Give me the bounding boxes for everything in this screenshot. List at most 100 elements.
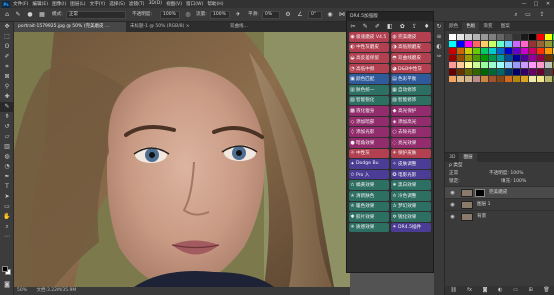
add-mask-icon[interactable]: ◙	[483, 286, 488, 295]
layer-filter[interactable]: ρ 类型	[445, 162, 554, 170]
color-swatch[interactable]	[521, 55, 528, 61]
eraser-tool-icon[interactable]: ▱	[0, 132, 14, 142]
color-swatch[interactable]	[497, 62, 504, 68]
color-swatch[interactable]	[481, 34, 488, 40]
pressure-size-icon[interactable]: ◉	[326, 11, 334, 19]
brush-settings-icon[interactable]: ▦	[38, 11, 46, 19]
mode-select[interactable]: 正常	[66, 11, 126, 19]
color-swatch[interactable]	[545, 55, 552, 61]
color-swatch[interactable]	[537, 41, 544, 47]
plugin-toolbar-icon-3[interactable]: ◧	[387, 23, 393, 30]
plugin-button-15[interactable]: ◆ 高光保护	[391, 106, 431, 116]
layer-opacity[interactable]: 不透明度: 100%	[489, 170, 524, 178]
move-tool-icon[interactable]: ✥	[0, 22, 14, 32]
color-swatch[interactable]	[473, 62, 480, 68]
menu-item-5[interactable]: 选择(S)	[109, 1, 125, 7]
plugin-button-28[interactable]: ✫ 橘黄效果	[349, 180, 389, 190]
clone-stamp-tool-icon[interactable]: ⚱	[0, 112, 14, 122]
color-swatch[interactable]	[545, 41, 552, 47]
menu-item-8[interactable]: 视图(V)	[166, 1, 182, 7]
plugin-button-3[interactable]: ◑ 高低频磨皮	[391, 42, 431, 53]
plugin-toolbar-icon-6[interactable]: ♦	[424, 23, 429, 30]
blur-tool-icon[interactable]: ◍	[0, 152, 14, 162]
tab-3d[interactable]: 3D	[445, 153, 459, 162]
menu-item-6[interactable]: 滤镜(T)	[129, 1, 145, 7]
share-icon[interactable]: ⇪	[538, 11, 546, 19]
plugin-button-21[interactable]: ◌ 亮光效果	[391, 137, 431, 148]
angle-icon[interactable]: ∠	[296, 11, 304, 19]
color-swatch[interactable]	[545, 69, 552, 75]
tab-swatches[interactable]: 色板	[462, 22, 480, 31]
frame-tool-icon[interactable]: ⊠	[0, 72, 14, 82]
color-swatch[interactable]	[473, 69, 480, 75]
adjustment-layer-icon[interactable]: ◐	[498, 286, 502, 295]
color-swatch[interactable]	[529, 69, 536, 75]
color-swatch[interactable]	[489, 62, 496, 68]
search-icon[interactable]: ⌕	[512, 11, 520, 19]
brush-tool-icon[interactable]: ✎	[14, 11, 22, 19]
plugin-button-7[interactable]: ◕ D&B中性灰	[391, 63, 431, 74]
tab-color[interactable]: 颜色	[445, 22, 462, 31]
dodge-tool-icon[interactable]: ◔	[0, 162, 14, 172]
color-swatch[interactable]	[449, 34, 456, 40]
more-tools-icon[interactable]: ⋯	[0, 232, 14, 242]
layer-mask-thumbnail[interactable]	[475, 189, 485, 197]
menu-item-7[interactable]: 3D(D)	[148, 1, 162, 7]
color-swatch[interactable]	[513, 48, 520, 54]
color-swatch[interactable]	[481, 76, 488, 82]
color-swatch[interactable]	[505, 62, 512, 68]
plugin-button-9[interactable]: ▤ 色彩平衡	[391, 74, 431, 84]
color-swatch[interactable]	[473, 55, 480, 61]
angle-field[interactable]: 0°	[308, 11, 322, 19]
color-swatch[interactable]	[449, 62, 456, 68]
plugin-button-0[interactable]: ◉ 极速磨皮 V4.5	[349, 32, 389, 42]
crop-tool-icon[interactable]: ⌗	[0, 62, 14, 72]
color-swatch[interactable]	[505, 69, 512, 75]
plugin-button-34[interactable]: ✱ 胶片效果	[349, 212, 389, 222]
menu-item-3[interactable]: 图层(L)	[70, 1, 85, 7]
color-swatch[interactable]	[529, 34, 536, 40]
smooth-field[interactable]: 0%	[262, 11, 280, 19]
color-swatch[interactable]	[505, 48, 512, 54]
color-swatch[interactable]	[489, 48, 496, 54]
color-swatch[interactable]	[513, 62, 520, 68]
blend-mode-select[interactable]: 正常	[449, 171, 458, 176]
color-swatch[interactable]	[537, 69, 544, 75]
color-swatch[interactable]	[521, 34, 528, 40]
airbrush-icon[interactable]: ✈	[234, 11, 242, 19]
zoom-tool-icon[interactable]: ⌕	[0, 222, 14, 232]
color-swatch[interactable]	[465, 34, 472, 40]
menu-item-10[interactable]: 帮助(H)	[207, 1, 223, 7]
layer-row[interactable]: ◉ 背景	[445, 210, 554, 222]
symmetry-icon[interactable]: ⋈	[338, 11, 346, 19]
color-swatch[interactable]	[473, 34, 480, 40]
plugin-button-10[interactable]: ▥ 肤色统一	[349, 84, 389, 95]
color-swatch[interactable]	[481, 62, 488, 68]
color-swatch[interactable]	[489, 76, 496, 82]
color-swatch[interactable]	[497, 69, 504, 75]
color-swatch[interactable]	[505, 41, 512, 47]
plugin-toolbar-icon-0[interactable]: ✂	[351, 23, 356, 30]
layer-row[interactable]: ◉ 图层 1	[445, 198, 554, 210]
plugin-button-6[interactable]: ◔ 高低中频	[349, 63, 389, 74]
path-select-tool-icon[interactable]: ➤	[0, 192, 14, 202]
color-swatch[interactable]	[497, 41, 504, 47]
pen-tool-icon[interactable]: ✒	[0, 172, 14, 182]
color-swatch[interactable]	[521, 76, 528, 82]
tab-gradients[interactable]: 渐变	[479, 22, 496, 31]
smooth-settings-icon[interactable]: ⚙	[284, 11, 292, 19]
plugin-button-1[interactable]: ◍ 完美磨皮	[391, 32, 431, 42]
color-swatch[interactable]	[465, 69, 472, 75]
color-swatch[interactable]	[545, 48, 552, 54]
tab-layers[interactable]: 图层	[459, 153, 477, 162]
lasso-tool-icon[interactable]: ʘ	[0, 42, 14, 52]
color-swatch[interactable]	[449, 76, 456, 82]
color-swatch[interactable]	[529, 76, 536, 82]
plugin-button-14[interactable]: ▩ 液化瘦身	[349, 106, 389, 116]
color-swatch[interactable]	[529, 48, 536, 54]
color-swatch[interactable]	[537, 62, 544, 68]
menu-item-9[interactable]: 窗口(W)	[186, 1, 203, 7]
plugin-toolbar-icon-2[interactable]: ✐	[375, 23, 380, 30]
color-swatch[interactable]	[473, 48, 480, 54]
history-brush-tool-icon[interactable]: ↺	[0, 122, 14, 132]
